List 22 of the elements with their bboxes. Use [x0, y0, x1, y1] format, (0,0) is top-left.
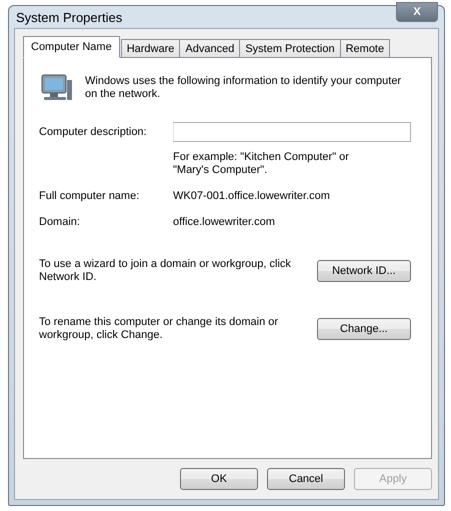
instruction-text: To rename this computer or change its domain or workgroup, click Change.	[39, 316, 280, 342]
window-title: System Properties	[16, 10, 122, 24]
tab[interactable]: Advanced	[179, 39, 240, 57]
network-id-button[interactable]: Network ID...	[316, 260, 411, 282]
field-label: Full computer name:	[39, 189, 140, 203]
field-value: WK07-001.office.lowewriter.com	[173, 189, 331, 203]
change-button[interactable]: Change...	[316, 318, 411, 340]
field-value: office.lowewriter.com	[173, 215, 276, 229]
ok-button[interactable]: OK	[180, 468, 258, 490]
intro-text: Windows uses the following information to identify your computer on the network.	[85, 74, 402, 101]
instruction-text: To use a wizard to join a domain or workgroup, click Network ID.	[39, 258, 292, 284]
tab[interactable]: Computer Name	[23, 36, 120, 58]
example-hint: For example: "Kitchen Computer" or "Mary's Computer".	[173, 151, 350, 177]
tab[interactable]: Remote	[340, 39, 390, 57]
tab[interactable]: System Protection	[239, 39, 341, 57]
description-field[interactable]	[173, 122, 411, 142]
cancel-button[interactable]: Cancel	[267, 468, 345, 490]
computer-icon	[39, 74, 73, 102]
description-label: Computer description:	[39, 126, 148, 138]
field-label: Domain:	[39, 215, 81, 229]
tab[interactable]: Hardware	[120, 39, 180, 57]
close-button[interactable]: X	[396, 2, 438, 22]
